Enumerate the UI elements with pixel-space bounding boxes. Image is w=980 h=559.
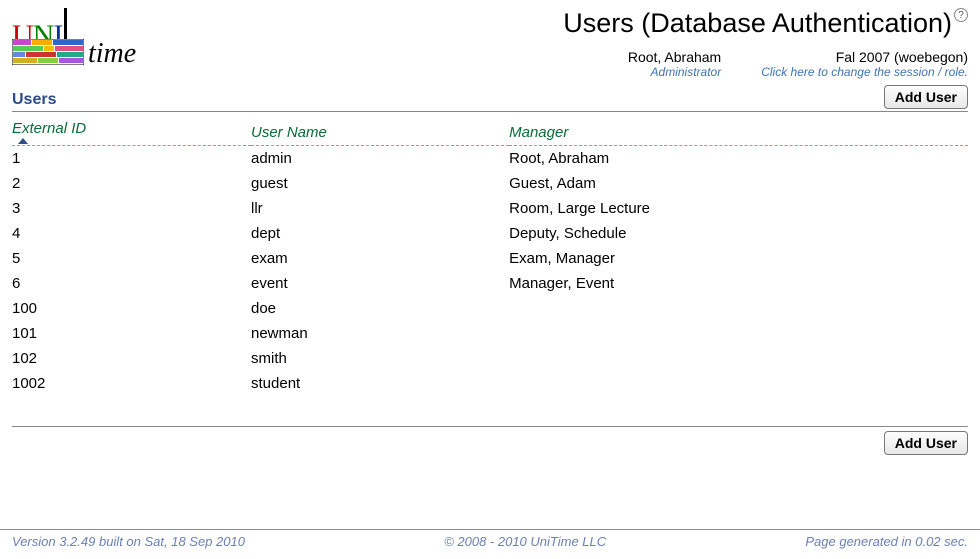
current-session: Fal 2007 (woebegon) <box>761 49 968 65</box>
add-user-button-bottom[interactable]: Add User <box>884 431 968 455</box>
sort-ascending-icon <box>18 138 28 144</box>
table-row[interactable]: 5examExam, Manager <box>12 246 968 271</box>
col-manager[interactable]: Manager <box>509 118 968 146</box>
table-row[interactable]: 2guestGuest, Adam <box>12 171 968 196</box>
footer-copyright: © 2008 - 2010 UniTime LLC <box>444 534 606 549</box>
current-user-role: Administrator <box>628 65 721 79</box>
cell-external-id: 2 <box>12 171 251 196</box>
col-external-id[interactable]: External ID <box>12 118 251 146</box>
footer-version: Version 3.2.49 built on Sat, 18 Sep 2010 <box>12 534 245 549</box>
cell-manager: Root, Abraham <box>509 146 968 172</box>
cell-user-name: guest <box>251 171 509 196</box>
footer-timing: Page generated in 0.02 sec. <box>805 534 968 549</box>
cell-manager: Exam, Manager <box>509 246 968 271</box>
table-row[interactable]: 3llrRoom, Large Lecture <box>12 196 968 221</box>
cell-external-id: 100 <box>12 296 251 321</box>
cell-external-id: 3 <box>12 196 251 221</box>
users-table: External ID User Name Manager 1adminRoot… <box>12 118 968 396</box>
table-row[interactable]: 102smith <box>12 346 968 371</box>
cell-manager: Deputy, Schedule <box>509 221 968 246</box>
cell-manager: Manager, Event <box>509 271 968 296</box>
table-row[interactable]: 1002student <box>12 371 968 396</box>
session-hint: Click here to change the session / role. <box>761 65 968 79</box>
current-user-block[interactable]: Root, Abraham Administrator <box>628 49 721 79</box>
cell-manager <box>509 321 968 346</box>
cell-user-name: exam <box>251 246 509 271</box>
add-user-button-top[interactable]: Add User <box>884 85 968 109</box>
section-title: Users <box>12 91 56 109</box>
cell-external-id: 102 <box>12 346 251 371</box>
cell-manager: Room, Large Lecture <box>509 196 968 221</box>
cell-external-id: 5 <box>12 246 251 271</box>
cell-external-id: 4 <box>12 221 251 246</box>
table-row[interactable]: 1adminRoot, Abraham <box>12 146 968 172</box>
cell-user-name: newman <box>251 321 509 346</box>
table-row[interactable]: 100doe <box>12 296 968 321</box>
cell-user-name: doe <box>251 296 509 321</box>
table-row[interactable]: 4deptDeputy, Schedule <box>12 221 968 246</box>
app-logo: UNI <box>12 8 136 70</box>
page-title: Users (Database Authentication) <box>563 8 952 39</box>
col-user-name[interactable]: User Name <box>251 118 509 146</box>
cell-external-id: 6 <box>12 271 251 296</box>
table-row[interactable]: 6eventManager, Event <box>12 271 968 296</box>
cell-external-id: 1 <box>12 146 251 172</box>
cell-manager <box>509 346 968 371</box>
cell-manager <box>509 296 968 321</box>
logo-time-word: time <box>88 38 136 70</box>
current-session-block[interactable]: Fal 2007 (woebegon) Click here to change… <box>761 49 968 79</box>
cell-user-name: dept <box>251 221 509 246</box>
cell-user-name: smith <box>251 346 509 371</box>
table-header-row: External ID User Name Manager <box>12 118 968 146</box>
cell-user-name: event <box>251 271 509 296</box>
cell-user-name: admin <box>251 146 509 172</box>
timetable-icon <box>12 39 84 69</box>
page-footer: Version 3.2.49 built on Sat, 18 Sep 2010… <box>0 529 980 553</box>
current-user-name: Root, Abraham <box>628 49 721 65</box>
cell-external-id: 101 <box>12 321 251 346</box>
cell-user-name: student <box>251 371 509 396</box>
help-icon[interactable]: ? <box>954 8 968 22</box>
cell-user-name: llr <box>251 196 509 221</box>
cell-manager: Guest, Adam <box>509 171 968 196</box>
cell-manager <box>509 371 968 396</box>
cell-external-id: 1002 <box>12 371 251 396</box>
table-row[interactable]: 101newman <box>12 321 968 346</box>
